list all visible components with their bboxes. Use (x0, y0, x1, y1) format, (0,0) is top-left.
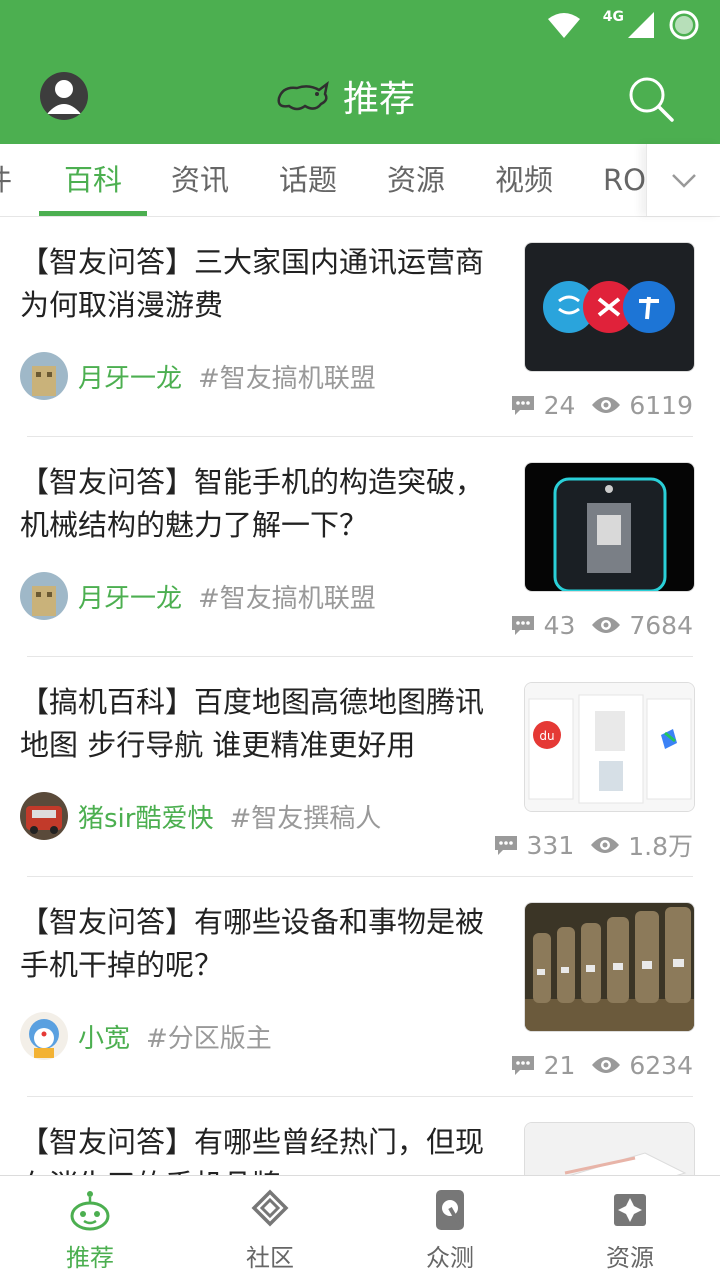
article-title[interactable]: 【智友问答】有哪些设备和事物是被手机干掉的呢？ (20, 901, 505, 987)
view-count: 6119 (629, 390, 693, 420)
tab-rom[interactable]: ROM (603, 144, 646, 216)
article-title[interactable]: 【智友问答】智能手机的构造突破，机械结构的魅力了解一下？ (20, 461, 505, 547)
article-thumbnail[interactable]: du (524, 682, 695, 812)
author-name[interactable]: 月牙一龙 (78, 578, 182, 615)
author-row: 猪sir酷爱快 #智友撰稿人 (20, 791, 381, 841)
user-icon (47, 80, 81, 114)
nav-tab-community[interactable]: 社区 (180, 1176, 360, 1281)
article-thumbnail[interactable] (524, 462, 695, 592)
baidu-du-badge: du (539, 729, 554, 743)
network-type-label: 4G (602, 9, 624, 25)
view-count: 1.8万 (628, 832, 693, 861)
eye-icon (592, 617, 621, 633)
puzzle-icon (614, 1194, 646, 1226)
article-stats: 24 6119 (510, 387, 693, 423)
article-thumbnail[interactable] (524, 902, 695, 1032)
tab-shipin[interactable]: 视频 (495, 144, 553, 216)
robot-icon (70, 1191, 110, 1231)
battery-icon (669, 10, 699, 40)
eye-icon (591, 837, 620, 853)
phone-test-icon (436, 1190, 464, 1230)
article-stats: 43 7684 (510, 607, 693, 643)
search-icon (629, 77, 674, 122)
nav-tab-resources[interactable]: 资源 (540, 1176, 720, 1281)
diamond-icon (251, 1189, 289, 1227)
comment-count: 43 (543, 610, 576, 640)
article-thumbnail[interactable] (524, 242, 695, 372)
view-count: 6234 (629, 1050, 693, 1080)
author-avatar[interactable] (20, 352, 68, 400)
status-bar: 4G (547, 8, 700, 42)
tab-partial[interactable]: 件 (0, 144, 12, 216)
nav-label: 众测 (426, 1244, 474, 1272)
article-stats: 21 6234 (510, 1047, 693, 1083)
author-name[interactable]: 猪sir酷爱快 (78, 798, 213, 835)
author-group-tag[interactable]: #分区版主 (146, 1018, 272, 1055)
author-row: 小宽 #分区版主 (20, 1011, 272, 1061)
wifi-icon (547, 13, 580, 38)
author-avatar[interactable] (20, 572, 68, 620)
tab-scroll-area[interactable]: 件 百科 资讯 话题 资源 视频 ROM (0, 144, 646, 216)
author-group-tag[interactable]: #智友搞机联盟 (198, 578, 376, 615)
search-button[interactable] (626, 74, 676, 124)
tab-ziyuan[interactable]: 资源 (387, 144, 445, 216)
nav-label: 资源 (606, 1244, 654, 1272)
chevron-down-icon (672, 174, 696, 188)
nav-tab-testing[interactable]: 众测 (360, 1176, 540, 1281)
tab-huati[interactable]: 话题 (279, 144, 337, 216)
nav-label: 推荐 (66, 1244, 114, 1272)
nav-label: 社区 (246, 1244, 294, 1272)
article-feed[interactable]: 【智友问答】三大家国内通讯运营商为何取消漫游费 月牙一龙 #智友搞机联盟 24 (0, 217, 720, 1175)
author-row: 月牙一龙 #智友搞机联盟 (20, 351, 376, 401)
author-row: 月牙一龙 #智友搞机联盟 (20, 571, 376, 621)
user-avatar-button[interactable] (40, 72, 88, 120)
nav-tab-recommend[interactable]: 推荐 (0, 1176, 180, 1281)
rhino-mascot-icon (277, 81, 329, 111)
author-avatar[interactable] (20, 792, 68, 840)
page-title: 推荐 (343, 79, 416, 120)
active-tab-indicator (39, 211, 147, 216)
article-card[interactable]: 【智友问答】有哪些曾经热门，但现在消失了的手机品牌 (0, 1097, 720, 1175)
article-card[interactable]: 【智友问答】有哪些设备和事物是被手机干掉的呢？ 小宽 #分区版主 21 6234 (0, 877, 720, 1097)
article-stats: 331 1.8万 (493, 827, 693, 863)
comment-icon (494, 836, 517, 855)
article-card[interactable]: 【智友问答】智能手机的构造突破，机械结构的魅力了解一下？ 月牙一龙 #智友搞机联… (0, 437, 720, 657)
tab-baike[interactable]: 百科 (64, 144, 122, 216)
view-count: 7684 (629, 610, 693, 640)
article-card[interactable]: 【智友问答】三大家国内通讯运营商为何取消漫游费 月牙一龙 #智友搞机联盟 24 (0, 217, 720, 437)
tab-zixun[interactable]: 资讯 (171, 144, 229, 216)
author-group-tag[interactable]: #智友搞机联盟 (198, 358, 376, 395)
comment-icon (511, 1056, 534, 1075)
article-thumbnail[interactable] (524, 1122, 695, 1175)
category-tabs: 件 百科 资讯 话题 资源 视频 ROM (0, 144, 720, 217)
comment-count: 21 (543, 1050, 576, 1080)
eye-icon (592, 1057, 621, 1073)
cellular-signal-icon (628, 12, 654, 38)
article-title[interactable]: 【搞机百科】百度地图高德地图腾讯地图 步行导航 谁更精准更好用 (20, 681, 505, 767)
author-name[interactable]: 月牙一龙 (78, 358, 182, 395)
author-name[interactable]: 小宽 (78, 1018, 130, 1055)
app-bar: 4G 推荐 (0, 0, 720, 144)
comment-count: 24 (543, 390, 576, 420)
article-title[interactable]: 【智友问答】有哪些曾经热门，但现在消失了的手机品牌 (20, 1121, 505, 1175)
article-card[interactable]: 【搞机百科】百度地图高德地图腾讯地图 步行导航 谁更精准更好用 猪sir酷爱快 … (0, 657, 720, 877)
eye-icon (592, 397, 621, 413)
tab-more-button[interactable] (646, 144, 720, 216)
header-title-group: 推荐 (275, 68, 415, 124)
comment-icon (511, 396, 534, 415)
comment-icon (511, 616, 534, 635)
author-avatar[interactable] (20, 1012, 68, 1060)
author-group-tag[interactable]: #智友撰稿人 (229, 798, 381, 835)
bottom-navigation: 推荐 社区 众测 资源 (0, 1175, 720, 1281)
article-title[interactable]: 【智友问答】三大家国内通讯运营商为何取消漫游费 (20, 241, 505, 327)
comment-count: 331 (526, 830, 575, 860)
